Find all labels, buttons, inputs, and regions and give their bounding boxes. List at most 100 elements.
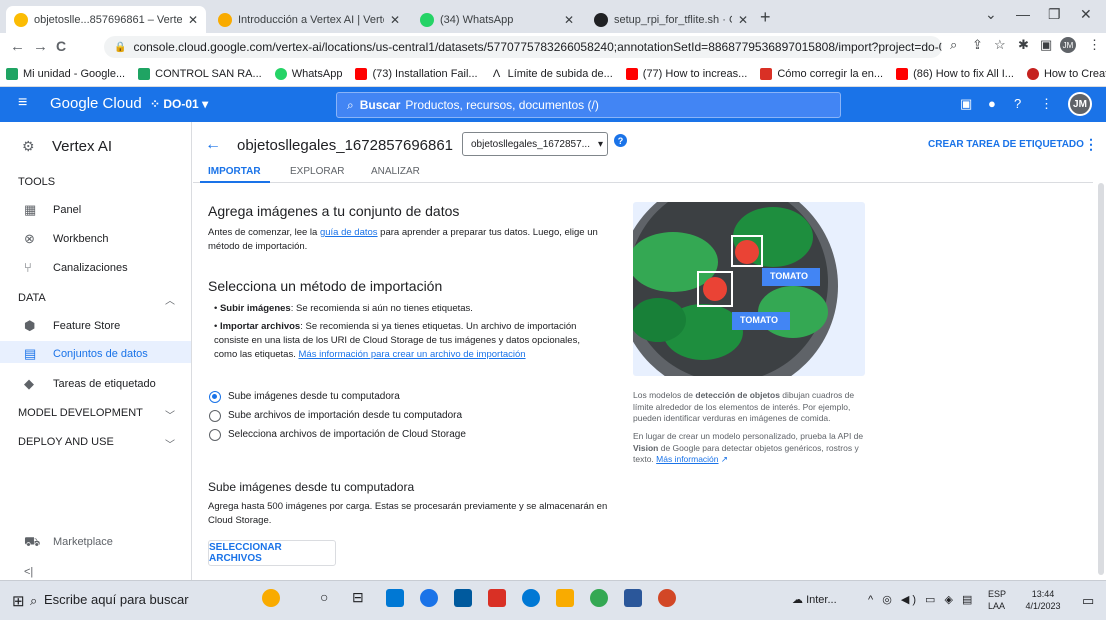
clock[interactable]: 13:44 4/1/2023 bbox=[1020, 588, 1066, 612]
bookmarks-bar: Mi unidad - Google... CONTROL SAN RA... … bbox=[0, 61, 1106, 87]
page-menu-icon[interactable]: ⋮ bbox=[1084, 136, 1098, 153]
account-avatar[interactable]: JM bbox=[1068, 92, 1092, 116]
window-close-icon[interactable]: ✕ bbox=[1080, 6, 1092, 23]
widgets-icon[interactable]: ⊟ bbox=[352, 589, 370, 607]
zoom-icon[interactable]: ⌕ bbox=[950, 37, 957, 53]
tab-search-icon[interactable]: ⌄ bbox=[985, 6, 997, 23]
maximize-icon[interactable]: ❐ bbox=[1048, 6, 1061, 23]
bookmark-item[interactable]: How to Create a CS... bbox=[1026, 67, 1106, 80]
powerpoint-icon[interactable] bbox=[658, 589, 676, 607]
weather-status[interactable]: ☁ Inter... bbox=[792, 593, 837, 606]
notifications-icon[interactable]: ● bbox=[988, 96, 996, 111]
sidebar-item-panel[interactable]: Panel bbox=[53, 204, 81, 216]
chevron-down-icon[interactable]: ﹀ bbox=[165, 407, 175, 422]
extensions-icon[interactable]: ✱ bbox=[1018, 37, 1029, 53]
select-files-button[interactable]: SELECCIONAR ARCHIVOS bbox=[208, 540, 336, 566]
sidebar-item-marketplace[interactable]: Marketplace bbox=[53, 536, 113, 548]
project-picker[interactable]: ⁘ DO-01 ▾ bbox=[150, 97, 208, 111]
radio-label[interactable]: Sube imágenes desde tu computadora bbox=[228, 391, 400, 402]
radio-cloud-storage[interactable] bbox=[209, 429, 221, 441]
browser-tab-intro[interactable]: Introducción a Vertex AI | Verte ✕ bbox=[210, 6, 408, 33]
bookmark-item[interactable]: Λ Límite de subida de... bbox=[490, 67, 613, 80]
back-arrow-icon[interactable]: ← bbox=[10, 38, 25, 55]
caption-part: En lugar de crear un modelo personalizad… bbox=[633, 431, 864, 441]
bullet-text: : Se recomienda si aún no tienes etiquet… bbox=[290, 303, 473, 314]
edge-icon[interactable] bbox=[522, 589, 540, 607]
bookmark-item[interactable]: Cómo corregir la en... bbox=[760, 67, 883, 80]
close-icon[interactable]: ✕ bbox=[738, 13, 748, 27]
radio-label[interactable]: Sube archivos de importación desde tu co… bbox=[228, 410, 462, 421]
new-tab-button[interactable]: + bbox=[760, 8, 771, 26]
browser-tab-vertex[interactable]: objetoslle...857696861 – Vertex A ✕ bbox=[6, 6, 206, 33]
close-icon[interactable]: ✕ bbox=[390, 13, 400, 27]
sidebar-item-labeling-tasks[interactable]: Tareas de etiquetado bbox=[53, 378, 156, 390]
reload-icon[interactable]: C bbox=[56, 38, 66, 54]
help-icon[interactable]: ? bbox=[1014, 96, 1021, 111]
bookmark-item[interactable]: WhatsApp bbox=[274, 67, 342, 80]
browser-menu-icon[interactable]: ⋮ bbox=[1088, 37, 1101, 53]
search-bar[interactable]: ⌕ Buscar Productos, recursos, documentos… bbox=[336, 92, 841, 118]
close-icon[interactable]: ✕ bbox=[188, 13, 198, 27]
chrome-icon[interactable] bbox=[420, 589, 438, 607]
create-labeling-task-button[interactable]: CREAR TAREA DE ETIQUETADO bbox=[928, 139, 1084, 150]
tab-analyze[interactable]: ANALIZAR bbox=[371, 166, 420, 177]
tab-import[interactable]: IMPORTAR bbox=[208, 166, 261, 177]
weather-widget-icon[interactable] bbox=[262, 589, 280, 607]
task-view-icon[interactable]: ○ bbox=[320, 589, 338, 607]
sidebar-item-canalizaciones[interactable]: Canalizaciones bbox=[53, 262, 128, 274]
scrollbar[interactable] bbox=[1098, 183, 1104, 575]
share-icon[interactable]: ⇪ bbox=[972, 37, 983, 53]
section-data[interactable]: DATA bbox=[18, 292, 46, 304]
bookmark-item[interactable]: CONTROL SAN RA... bbox=[138, 67, 262, 80]
browser-tab-whatsapp[interactable]: (34) WhatsApp ✕ bbox=[412, 6, 582, 33]
system-tray-icons[interactable]: ^ ◎ ◀) ▭ ◈ ▤ bbox=[868, 593, 975, 606]
data-guide-link[interactable]: guía de datos bbox=[320, 227, 378, 238]
minimize-icon[interactable]: — bbox=[1016, 6, 1030, 22]
section-model-development[interactable]: MODEL DEVELOPMENT bbox=[18, 407, 143, 419]
cloud-shell-icon[interactable]: ▣ bbox=[960, 96, 972, 112]
word-icon[interactable] bbox=[624, 589, 642, 607]
more-options-icon[interactable]: ⋮ bbox=[1040, 96, 1053, 112]
side-panel-icon[interactable]: ▣ bbox=[1040, 37, 1052, 53]
forward-arrow-icon[interactable]: → bbox=[33, 38, 48, 55]
tab-explore[interactable]: EXPLORAR bbox=[290, 166, 344, 177]
chrome-profile-icon[interactable] bbox=[590, 589, 608, 607]
help-circle-icon[interactable]: ? bbox=[614, 134, 627, 147]
radio-label[interactable]: Selecciona archivos de importación de Cl… bbox=[228, 429, 466, 440]
browser-tab-github[interactable]: setup_rpi_for_tflite.sh · GitHub ✕ bbox=[586, 6, 756, 33]
dataset-select[interactable]: objetosllegales_1672857... ▾ bbox=[462, 132, 608, 156]
radio-upload-images[interactable] bbox=[209, 391, 221, 403]
calculator-icon[interactable] bbox=[386, 589, 404, 607]
section-deploy-and-use[interactable]: DEPLOY AND USE bbox=[18, 436, 114, 448]
radio-upload-import-files[interactable] bbox=[209, 410, 221, 422]
bookmark-star-icon[interactable]: ☆ bbox=[994, 37, 1006, 53]
search-label: Buscar bbox=[359, 98, 401, 112]
windows-start-icon[interactable]: ⊞ bbox=[12, 592, 25, 610]
import-file-info-link[interactable]: Más información para crear un archivo de… bbox=[299, 349, 526, 360]
lock-icon: 🔒 bbox=[114, 41, 127, 53]
bookmark-item[interactable]: Mi unidad - Google... bbox=[6, 67, 125, 80]
bookmark-item[interactable]: (86) How to fix All I... bbox=[896, 67, 1014, 80]
sidebar-item-datasets[interactable]: Conjuntos de datos bbox=[53, 348, 148, 360]
taskbar-search-field[interactable]: Escribe aquí para buscar bbox=[44, 592, 189, 607]
mail-icon[interactable] bbox=[454, 589, 472, 607]
back-arrow-icon[interactable]: ← bbox=[205, 136, 221, 154]
bookmark-item[interactable]: (73) Installation Fail... bbox=[355, 67, 478, 80]
notifications-center-icon[interactable]: ▭ bbox=[1082, 593, 1094, 609]
chevron-up-icon[interactable]: ︿ bbox=[165, 292, 175, 307]
url-field[interactable]: 🔒 console.cloud.google.com/vertex-ai/loc… bbox=[104, 36, 942, 58]
hamburger-menu-icon[interactable]: ≡ bbox=[18, 94, 27, 112]
chevron-down-icon[interactable]: ﹀ bbox=[165, 436, 175, 451]
acrobat-icon[interactable] bbox=[488, 589, 506, 607]
file-explorer-icon[interactable] bbox=[556, 589, 574, 607]
profile-avatar-icon[interactable]: JM bbox=[1060, 37, 1076, 53]
language-indicator[interactable]: ESP LAA bbox=[988, 588, 1006, 612]
vision-info-link[interactable]: Más información bbox=[656, 454, 718, 464]
google-cloud-logo[interactable]: Google Cloud bbox=[50, 95, 142, 112]
sidebar-item-feature-store[interactable]: Feature Store bbox=[53, 320, 120, 332]
intro-text: Antes de comenzar, lee la guía de datos … bbox=[208, 226, 603, 254]
close-icon[interactable]: ✕ bbox=[564, 13, 574, 27]
bookmark-item[interactable]: (77) How to increas... bbox=[625, 67, 747, 80]
sidebar-item-workbench[interactable]: Workbench bbox=[53, 233, 108, 245]
collapse-sidebar-icon[interactable]: <| bbox=[24, 566, 33, 578]
